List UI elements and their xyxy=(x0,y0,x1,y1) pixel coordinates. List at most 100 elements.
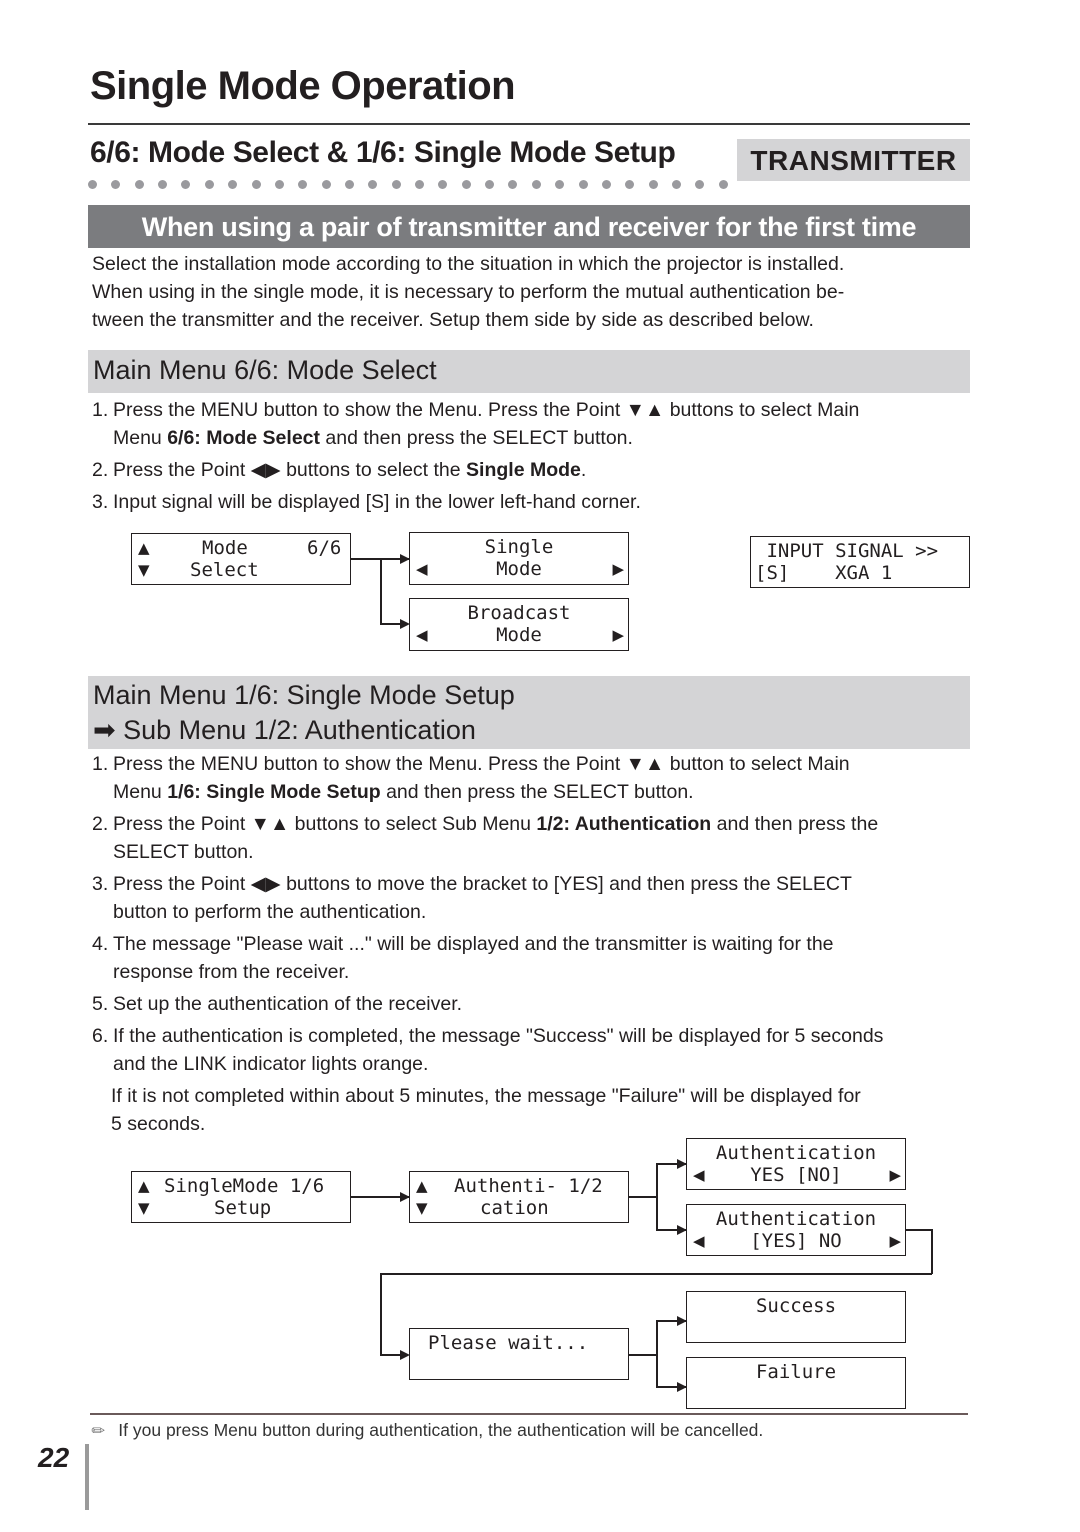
divider-dot xyxy=(671,180,681,189)
divider-dot xyxy=(204,180,214,189)
lcd-text: Authentication xyxy=(715,1142,877,1164)
step-2: 2. Press the Point ◀▶ buttons to select … xyxy=(92,456,972,484)
step-text: Press the MENU button to show the Menu. … xyxy=(113,399,626,421)
step-bold: 1/2: Authentication xyxy=(536,813,712,835)
footer-note: ✎ If you press Menu button during authen… xyxy=(88,1420,764,1442)
step-number: 6. xyxy=(92,1025,109,1047)
step-3: 3. Input signal will be displayed [S] in… xyxy=(92,488,972,516)
divider-dot xyxy=(274,180,284,189)
lcd-please-wait: Please wait... xyxy=(409,1328,629,1380)
lcd-success: Success xyxy=(686,1291,906,1343)
step-6-extra: If it is not completed within about 5 mi… xyxy=(92,1082,972,1138)
mode-select-heading: Main Menu 6/6: Mode Select xyxy=(88,350,970,393)
lcd-text: Please wait... xyxy=(428,1332,589,1354)
lcd-auth-yes: Authentication ◀ [YES] NO ▶ xyxy=(686,1204,906,1256)
connector-line xyxy=(380,558,382,624)
section-heading: 6/6: Mode Select & 1/6: Single Mode Setu… xyxy=(90,136,676,169)
lcd-text: Select xyxy=(190,559,259,581)
lcd-text: YES [NO] xyxy=(750,1164,842,1186)
step-text: and the LINK indicator lights orange. xyxy=(113,1053,429,1075)
lcd-text: Setup xyxy=(214,1197,272,1219)
step-text: 5 seconds. xyxy=(111,1113,206,1135)
step-text: and then press the xyxy=(711,813,879,835)
lcd-text: Failure xyxy=(755,1361,837,1383)
pencil-note-icon: ✎ xyxy=(88,1420,110,1443)
divider-dot xyxy=(578,180,588,189)
step-text: button to select Main xyxy=(664,753,850,775)
connector-line xyxy=(931,1229,933,1274)
step-text: Menu xyxy=(113,781,168,803)
divider-dot xyxy=(461,180,471,189)
divider-dot xyxy=(718,180,728,189)
divider-dot xyxy=(344,180,354,189)
intro-line: tween the transmitter and the receiver. … xyxy=(92,309,814,331)
single-setup-heading: Main Menu 1/6: Single Mode Setup ➡ Sub M… xyxy=(88,676,970,749)
divider-dot xyxy=(391,180,401,189)
divider-dot xyxy=(695,180,705,189)
lcd-page: 6/6 xyxy=(307,537,342,559)
lcd-text: Success xyxy=(755,1295,837,1317)
step-text: buttons to select the xyxy=(280,459,467,481)
step-number: 2. xyxy=(92,459,109,481)
divider-dot xyxy=(181,180,191,189)
right-arrow-icon: ➡ xyxy=(93,715,116,745)
divider-dot xyxy=(438,180,448,189)
step-number: 3. xyxy=(92,873,109,895)
step-text: and then press the SELECT button. xyxy=(380,781,694,803)
divider-dot xyxy=(228,180,238,189)
divider-dot xyxy=(415,180,425,189)
down-up-icon: ▼▲ xyxy=(250,813,290,835)
step-text: Press the Point xyxy=(113,873,251,895)
page-number-bar xyxy=(85,1444,89,1510)
single-setup-heading-line1: Main Menu 1/6: Single Mode Setup xyxy=(93,680,515,710)
step-bold: 1/6: Single Mode Setup xyxy=(167,781,381,803)
step-text: Press the Point xyxy=(113,813,251,835)
lcd-input-signal: INPUT SIGNAL >> [S] XGA 1 xyxy=(750,536,970,588)
down-arrow-icon: ▼ xyxy=(138,1199,150,1217)
divider-dot xyxy=(531,180,541,189)
up-arrow-icon: ▲ xyxy=(416,1177,428,1195)
mode-select-steps: 1. Press the MENU button to show the Men… xyxy=(92,396,972,516)
step-6: 6. If the authentication is completed, t… xyxy=(92,1022,972,1078)
lcd-text: Authenti- 1/2 xyxy=(454,1175,603,1197)
intro-line: When using in the single mode, it is nec… xyxy=(92,281,845,303)
divider-dot xyxy=(555,180,565,189)
left-right-icon: ◀▶ xyxy=(250,873,281,895)
footer-rule xyxy=(90,1413,968,1415)
lcd-single-mode-setup: ▲ SingleMode 1/6 ▼ Setup xyxy=(131,1171,351,1223)
step-text: If the authentication is completed, the … xyxy=(113,1025,884,1047)
down-up-icon: ▼▲ xyxy=(625,753,665,775)
divider-dot xyxy=(111,180,121,189)
right-arrow-icon: ▶ xyxy=(612,626,624,644)
page-number: 22 xyxy=(38,1442,70,1473)
step-text: . xyxy=(580,459,587,481)
divider-dot xyxy=(298,180,308,189)
down-arrow-icon: ▼ xyxy=(416,1199,428,1217)
step-number: 1. xyxy=(92,399,109,421)
left-right-icon: ◀▶ xyxy=(250,459,281,481)
step-text: Input signal will be displayed [S] in th… xyxy=(113,491,641,513)
step-text: buttons to move the bracket to [YES] and… xyxy=(280,873,852,895)
step-1: 1. Press the MENU button to show the Men… xyxy=(92,396,972,452)
intro-paragraph: Select the installation mode according t… xyxy=(92,250,972,334)
step-number: 5. xyxy=(92,993,109,1015)
lcd-text: SingleMode 1/6 xyxy=(164,1175,325,1197)
divider-dot xyxy=(368,180,378,189)
lcd-text: Authentication xyxy=(715,1208,877,1230)
step-text: The message "Please wait ..." will be di… xyxy=(113,933,834,955)
mode-select-heading-text: Main Menu 6/6: Mode Select xyxy=(93,355,437,385)
lcd-broadcast-mode: Broadcast ◀ Mode ▶ xyxy=(409,598,629,651)
step-1: 1. Press the MENU button to show the Men… xyxy=(92,750,972,806)
step-2: 2. Press the Point ▼▲ buttons to select … xyxy=(92,810,972,866)
divider-dot xyxy=(251,180,261,189)
note-text: If you press Menu button during authenti… xyxy=(118,1420,764,1440)
connector-line xyxy=(380,1273,932,1275)
connector-line xyxy=(656,1163,658,1229)
step-4: 4. The message "Please wait ..." will be… xyxy=(92,930,972,986)
divider-dot xyxy=(321,180,331,189)
step-text: buttons to select Sub Menu xyxy=(289,813,537,835)
transmitter-badge: TRANSMITTER xyxy=(737,139,970,181)
divider-dot xyxy=(134,180,144,189)
lcd-mode-select: ▲ Mode 6/6 ▼ Select xyxy=(131,533,351,585)
first-time-banner: When using a pair of transmitter and rec… xyxy=(88,205,970,248)
